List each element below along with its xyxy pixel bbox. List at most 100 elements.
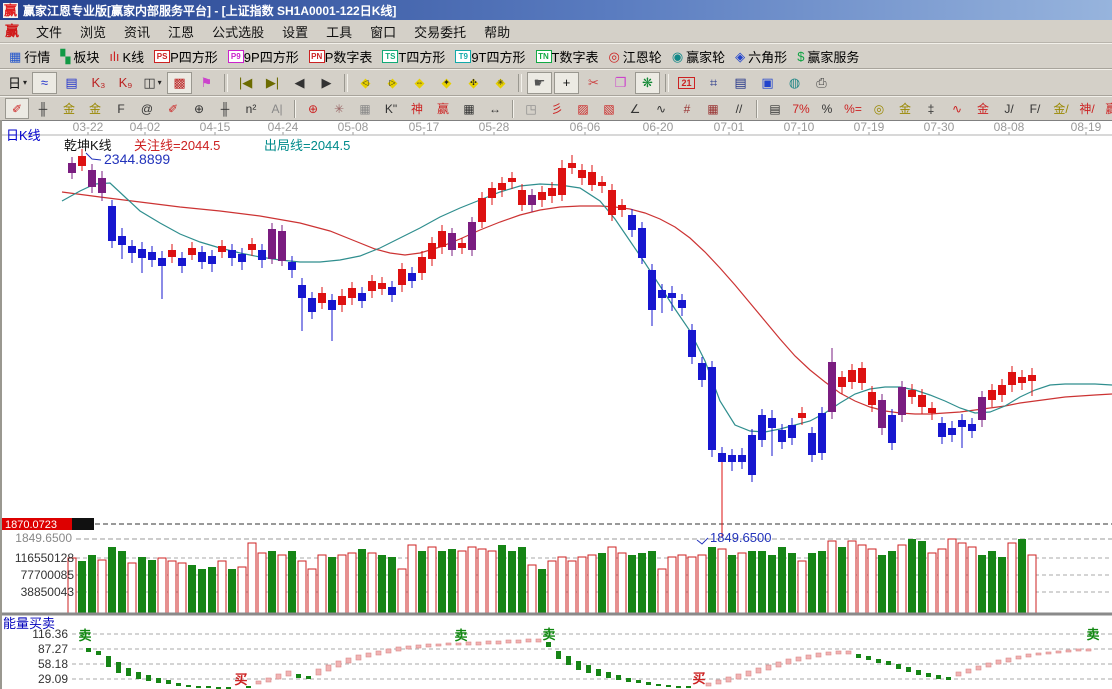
kline-9-button[interactable]: K₉ xyxy=(113,72,138,94)
toolbar-button-hexagon[interactable]: ◈ 六角形 xyxy=(735,47,787,66)
ruler-123-button[interactable]: ▦ xyxy=(457,98,481,119)
circle-arrow-button[interactable]: ⊕ xyxy=(187,98,211,119)
gold-red-button[interactable]: 金 xyxy=(971,98,995,119)
gann-grid-1-button[interactable]: 金 xyxy=(57,98,81,119)
cut-tool-button[interactable]: ✂ xyxy=(581,72,606,94)
angle-lines-button[interactable]: ∠ xyxy=(623,98,647,119)
hatch-2-button[interactable]: ▧ xyxy=(597,98,621,119)
print-button[interactable]: ⎙ xyxy=(809,72,834,94)
grid-2-button[interactable]: ╫ xyxy=(213,98,237,119)
smart-tool-icon: ❋ xyxy=(642,74,653,90)
percent-grid-1-button[interactable]: # xyxy=(675,98,699,119)
rays-red-button[interactable]: 彡 xyxy=(545,98,569,119)
web-red-button[interactable]: ✳ xyxy=(327,98,351,119)
grid-tool-button[interactable]: ╫ xyxy=(31,98,55,119)
k-marks-button[interactable]: K" xyxy=(379,98,403,119)
wave-tool-button[interactable]: ∿ xyxy=(649,98,673,119)
zoom-left-button[interactable]: ◆ ◁ xyxy=(353,72,378,94)
toolbar-button-sectors[interactable]: ▚ 板块 xyxy=(60,47,99,66)
red-stamp-button[interactable]: ▩ xyxy=(167,71,192,94)
wave-red-button[interactable]: ∿ xyxy=(945,98,969,119)
menu-item-2[interactable]: 资讯 xyxy=(115,20,159,43)
slash-lines-button[interactable]: // xyxy=(727,98,751,119)
toolbar-button-winner-service[interactable]: $ 赢家服务 xyxy=(797,47,859,66)
target-circle-button[interactable]: ⊕ xyxy=(301,98,325,119)
toolbar-button-quotes[interactable]: ▦ 行情 xyxy=(9,47,50,66)
zoom-reset-button[interactable]: ◆ ✳ xyxy=(488,72,513,94)
gold-circle-button[interactable]: ◎ xyxy=(867,98,891,119)
toolbar-button-t-digits[interactable]: TN T数字表 xyxy=(535,47,598,66)
calculator-button[interactable]: ⌗ xyxy=(701,72,726,94)
toolbar-button-t-square[interactable]: TS T四方形 xyxy=(382,47,445,66)
zoom-horizontal-button[interactable]: ◆ ⇔ xyxy=(407,72,432,94)
spiral-tool-button[interactable]: @ xyxy=(135,98,159,119)
menu-item-1[interactable]: 浏览 xyxy=(71,20,115,43)
menu-item-4[interactable]: 公式选股 xyxy=(203,20,273,43)
save-button[interactable]: ▣ xyxy=(755,72,780,94)
width-tool-button[interactable]: ↔ xyxy=(483,98,507,119)
corner-ruler-button[interactable]: ◳ xyxy=(519,98,543,119)
toolbar-button-9p-square[interactable]: P9 9P四方形 xyxy=(227,47,299,66)
flask-tool-button[interactable]: ◫ ▾ xyxy=(140,72,165,94)
stamp-tool-button[interactable]: ❐ xyxy=(608,72,633,94)
t-square-icon: TS xyxy=(382,49,399,63)
toolbar-button-winner-wheel[interactable]: ◉ 赢家轮 xyxy=(672,47,725,66)
gold-angle-button[interactable]: 金/ xyxy=(1049,98,1073,119)
toolbar-button-gann-wheel[interactable]: ◎ 江恩轮 xyxy=(608,47,661,66)
flag-tool-button[interactable]: ⚑ xyxy=(194,72,219,94)
smart-tool-button[interactable]: ❋ xyxy=(635,71,660,94)
zoom-right-button[interactable]: ◆ ▷ xyxy=(380,72,405,94)
calendar-21-button[interactable]: 21 xyxy=(674,72,699,94)
n-square-button[interactable]: n² xyxy=(239,98,263,119)
toolbar-button-kline[interactable]: ılı K线 xyxy=(109,47,144,66)
shen-angle-button[interactable]: 神/ xyxy=(1075,98,1099,119)
menu-item-9[interactable]: 帮助 xyxy=(475,20,519,43)
spiral-tool-icon: @ xyxy=(140,101,154,116)
kline-chart-canvas[interactable]: 03-22 04-02 04-15 04-24 05-08 05-17 05-28 06-06… xyxy=(0,121,1112,689)
seven-percent-button[interactable]: 7% xyxy=(789,98,813,119)
menu-item-8[interactable]: 交易委托 xyxy=(405,20,475,43)
zoom-in-button[interactable]: ◆ ✦ xyxy=(434,72,459,94)
toolbar-button-9t-square[interactable]: T9 9T四方形 xyxy=(455,47,526,66)
menu-item-6[interactable]: 工具 xyxy=(317,20,361,43)
f-ruler-button[interactable]: F xyxy=(109,98,133,119)
j-angle-button[interactable]: J/ xyxy=(997,98,1021,119)
nav-next-button[interactable]: ▶ xyxy=(314,72,339,94)
gantt-tool-button[interactable]: ▤ xyxy=(763,98,787,119)
pen-2-button[interactable]: ✐ xyxy=(161,98,185,119)
pen-candle-button[interactable]: ‡ xyxy=(919,98,943,119)
menu-item-5[interactable]: 设置 xyxy=(273,20,317,43)
hatch-1-button[interactable]: ▨ xyxy=(571,98,595,119)
notepad-button[interactable]: ▤ xyxy=(728,72,753,94)
nav-last-button[interactable]: ▶| xyxy=(260,72,285,94)
period-selector-button[interactable]: 日 ▾ xyxy=(5,72,30,94)
menu-item-3[interactable]: 江恩 xyxy=(159,20,203,43)
toolbar-button-p-square[interactable]: PS P四方形 xyxy=(154,47,218,66)
shen-tool-button[interactable]: 神 xyxy=(405,98,429,119)
gold-lines-button[interactable]: 金 xyxy=(893,98,917,119)
draw-mode-button[interactable]: ≈ xyxy=(32,71,57,94)
pen-red-button[interactable]: ✐ xyxy=(5,98,29,119)
chart-area[interactable]: 03-22 04-02 04-15 04-24 05-08 05-17 05-28 06-06… xyxy=(0,120,1112,689)
crosshair-tool-button[interactable]: + xyxy=(554,71,579,94)
menu-item-7[interactable]: 窗口 xyxy=(361,20,405,43)
hand-tool-button[interactable]: ☛ xyxy=(527,71,552,94)
toolbar-button-p-digits[interactable]: PN P数字表 xyxy=(308,47,372,66)
network-button[interactable]: ◍ xyxy=(782,72,807,94)
gann-grid-2-button[interactable]: 金 xyxy=(83,98,107,119)
win-tool-button[interactable]: 赢 xyxy=(431,98,455,119)
order-note-button[interactable]: ▤ xyxy=(59,72,84,94)
volume-axis-label: 77700085 xyxy=(21,568,75,582)
nav-prev-button[interactable]: ◀ xyxy=(287,72,312,94)
f-angle-button[interactable]: F/ xyxy=(1023,98,1047,119)
text-tool-button[interactable]: A| xyxy=(265,98,289,119)
win-angle-button[interactable]: 赢/ xyxy=(1101,98,1112,119)
zoom-out-button[interactable]: ◆ ✣ xyxy=(461,72,486,94)
percent-tool-button[interactable]: % xyxy=(815,98,839,119)
percent-lines-button[interactable]: %= xyxy=(841,98,865,119)
web-grid-button[interactable]: ▦ xyxy=(353,98,377,119)
nav-first-button[interactable]: |◀ xyxy=(233,72,258,94)
kline-3-button[interactable]: K₃ xyxy=(86,72,111,94)
percent-grid-2-button[interactable]: ▦ xyxy=(701,98,725,119)
menu-item-0[interactable]: 文件 xyxy=(27,20,71,43)
